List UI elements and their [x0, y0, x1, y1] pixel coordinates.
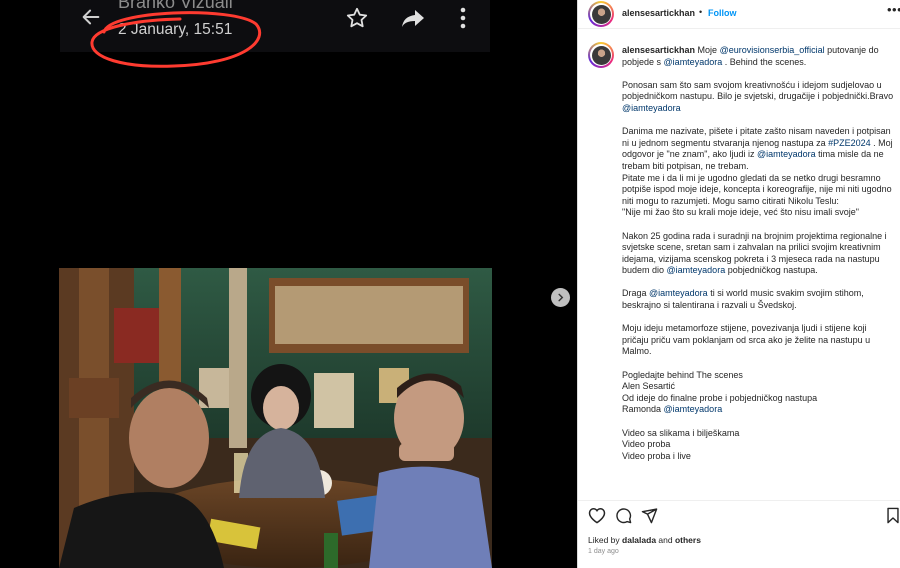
header-username[interactable]: alensesartickhan	[622, 8, 695, 18]
more-vertical-icon	[460, 7, 466, 29]
caption-text-segment: Ponosan sam što sam svojom kreativnošću …	[622, 79, 894, 102]
video-list-item: Video proba	[622, 439, 671, 450]
mention-link[interactable]: @iamteyadora	[664, 57, 723, 67]
likes-prefix: Liked by	[588, 535, 623, 545]
caption-paragraph-4: Nakon 25 godina rada i suradnji na brojn…	[622, 231, 894, 277]
post-media: Branko Vizuali 2 January, 15:51	[0, 0, 577, 568]
video-list-item: Video sa slikama i bilješkama	[622, 427, 740, 438]
selfie-photo	[59, 268, 492, 568]
mention-link[interactable]: @iamteyadora	[667, 265, 726, 275]
caption-username[interactable]: alensesartickhan	[622, 45, 695, 55]
tesla-quote: "Nije mi žao što su krali moje ideje, ve…	[622, 207, 859, 218]
caption-paragraph-6: Moju ideju metamorfoze stijene, poveziva…	[622, 323, 871, 357]
follow-button[interactable]: Follow	[708, 8, 737, 18]
chevron-right-icon	[558, 293, 564, 302]
mention-link[interactable]: @iamteyadora	[664, 404, 723, 414]
separator-dot: •	[699, 7, 703, 17]
mention-link[interactable]: @iamteyadora	[649, 288, 708, 298]
caption-text-segment: . Behind the scenes.	[722, 56, 807, 67]
post-age: 1 day ago	[588, 548, 619, 555]
caption-paragraph-1: alensesartickhan Moje @eurovisionserbia_…	[622, 45, 894, 68]
avatar[interactable]	[588, 1, 614, 27]
heart-icon[interactable]	[588, 507, 606, 524]
comment-icon[interactable]	[615, 507, 632, 524]
send-icon[interactable]	[641, 507, 658, 524]
caption-section: alensesartickhan Moje @eurovisionserbia_…	[578, 30, 900, 495]
caption-text-segment: Moje	[695, 45, 720, 55]
credits-line: Alen Sesartić	[622, 381, 676, 392]
caption-paragraph-2: Ponosan sam što sam svojom kreativnošću …	[622, 80, 894, 115]
caption-paragraph-5: Draga @iamteyadora ti si world music sva…	[622, 288, 894, 311]
credits-line: Pogledajte behind The scenes	[622, 369, 743, 380]
caption-paragraph-3b: Pitate me i da li mi je ugodno gledati d…	[622, 172, 892, 206]
mention-link[interactable]: @eurovisionserbia_official	[720, 45, 825, 55]
caption-avatar[interactable]	[588, 42, 614, 68]
more-options-icon[interactable]: •••	[887, 2, 900, 17]
caption-text: alensesartickhan Moje @eurovisionserbia_…	[622, 45, 894, 462]
caption-text-segment: Ramonda	[622, 404, 664, 415]
forward-icon	[402, 10, 424, 27]
hashtag-link[interactable]: #PZE2024	[828, 138, 871, 148]
liked-by-others[interactable]: others	[675, 535, 701, 545]
caption-text-segment: Draga	[622, 288, 650, 299]
caption-paragraph-3: Danima me nazivate, pišete i pitate zašt…	[622, 126, 894, 172]
mention-link[interactable]: @iamteyadora	[622, 103, 681, 113]
bookmark-icon[interactable]	[886, 507, 900, 524]
post-header: alensesartickhan • Follow •••	[578, 0, 900, 29]
next-slide-button[interactable]	[551, 288, 570, 307]
post-actions: Liked by dalalada and others 1 day ago	[578, 500, 900, 568]
video-list-item: Video proba i live	[622, 450, 691, 461]
credits-line: Od ideje do finalne probe i pobjedničkog…	[622, 392, 818, 403]
liked-by-user[interactable]: dalalada	[622, 535, 656, 545]
star-icon	[346, 7, 368, 28]
likes-summary: Liked by dalalada and others	[588, 535, 701, 545]
mention-link[interactable]: @iamteyadora	[757, 149, 816, 159]
post-panel: alensesartickhan • Follow ••• alensesart…	[577, 0, 900, 568]
caption-text-segment: pobjedničkog nastupa.	[725, 265, 818, 276]
red-annotation-circle	[90, 11, 262, 68]
likes-middle: and	[656, 535, 675, 545]
credits-line: Ramonda @iamteyadora	[622, 404, 894, 416]
